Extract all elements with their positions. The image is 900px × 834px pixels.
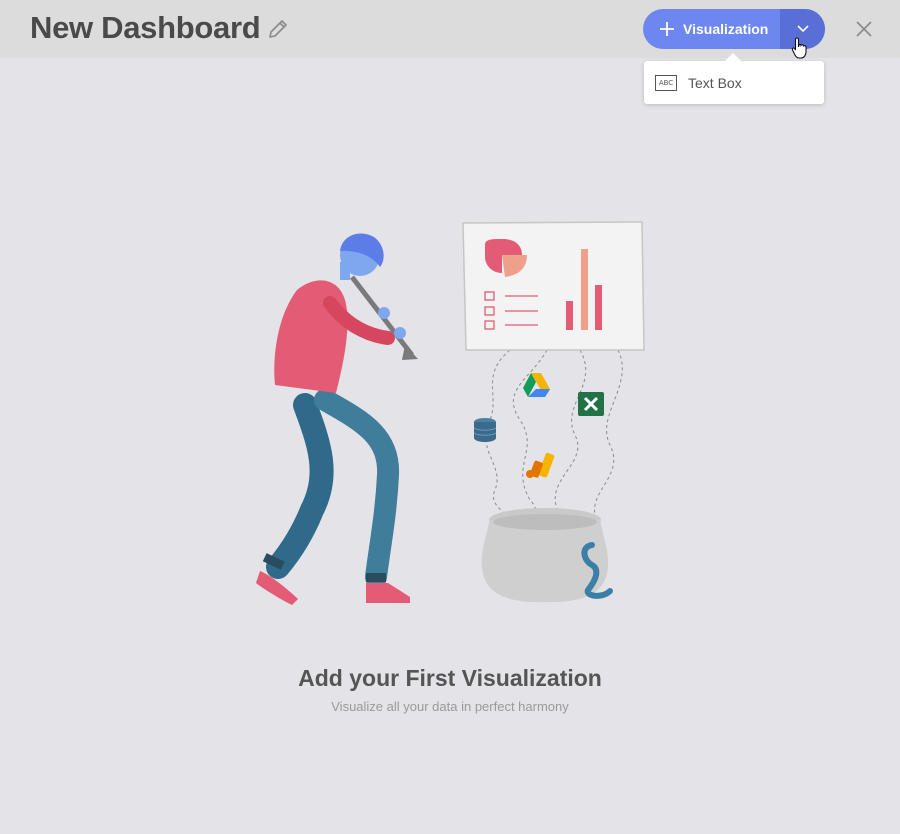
- empty-state-subtitle: Visualize all your data in perfect harmo…: [331, 699, 569, 714]
- visualization-button-label: Visualization: [683, 21, 769, 37]
- hand-cursor-icon: [791, 37, 807, 59]
- chevron-down-icon: [796, 25, 809, 33]
- visualization-dropdown-menu: ABC Text Box: [644, 53, 824, 104]
- excel-icon: [578, 392, 604, 416]
- whiteboard-icon: [462, 221, 645, 351]
- top-bar: New Dashboard Visualization: [0, 0, 900, 58]
- plus-icon: [660, 22, 674, 36]
- page-title: New Dashboard: [30, 10, 261, 45]
- menu-item-label: Text Box: [688, 74, 742, 91]
- google-drive-icon: [523, 373, 550, 397]
- analytics-icon: [526, 452, 555, 478]
- pencil-icon[interactable]: [266, 17, 290, 41]
- text-box-icon: ABC: [655, 74, 677, 91]
- close-icon[interactable]: [854, 19, 874, 39]
- dashed-trails: [485, 349, 623, 536]
- flute-player-illustration: [256, 221, 645, 605]
- visualization-main-action[interactable]: Visualization: [643, 9, 780, 49]
- empty-state-title: Add your First Visualization: [298, 665, 602, 691]
- flute-player-figure: [256, 233, 418, 605]
- database-icon: [473, 418, 497, 442]
- menu-item-text-box[interactable]: ABC Text Box: [644, 61, 824, 104]
